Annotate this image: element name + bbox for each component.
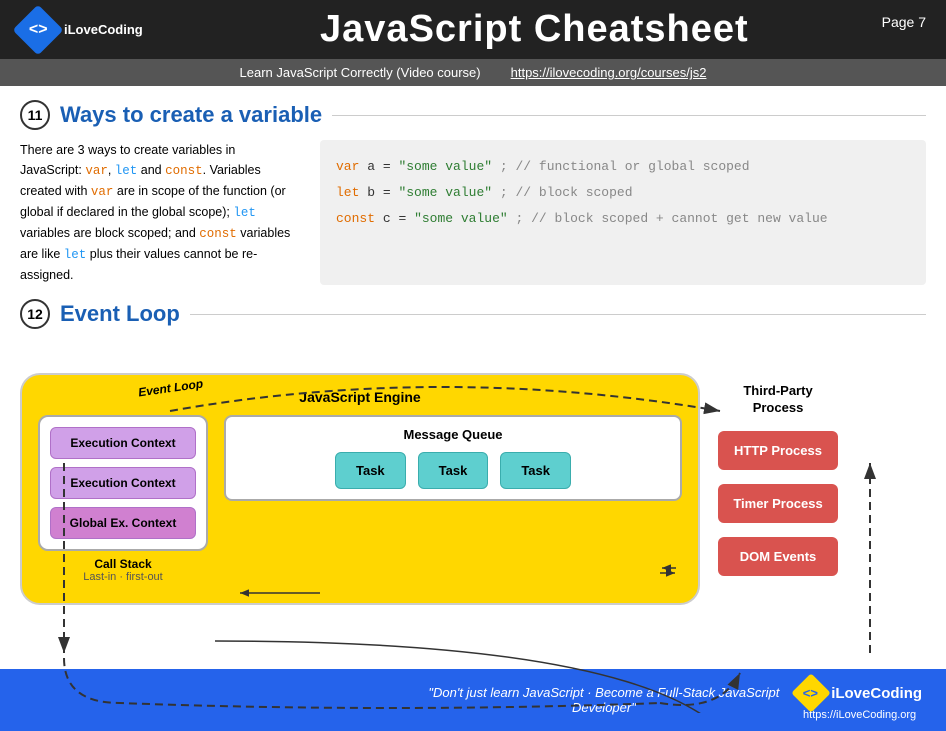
footer-quote: "Don't just learn JavaScript · Become a … — [411, 685, 798, 715]
code-str1: "some value" — [398, 159, 492, 174]
footer: "Don't just learn JavaScript · Become a … — [0, 669, 946, 731]
footer-brand-text: iLoveCoding — [831, 685, 922, 702]
logo-diamond-icon: <> — [13, 4, 64, 55]
section12-number: 12 — [20, 299, 50, 329]
mq-label: Message Queue — [240, 427, 666, 442]
global-exec-ctx: Global Ex. Context — [50, 507, 196, 539]
main-content: 11 Ways to create a variable There are 3… — [0, 86, 946, 723]
code-var-b: b — [367, 185, 375, 200]
code-comment2: ; // block scoped — [500, 185, 633, 200]
task-2: Task — [418, 452, 489, 489]
const-keyword: const — [165, 164, 203, 178]
code-var-c: c — [383, 211, 391, 226]
code-comment1: ; // functional or global scoped — [500, 159, 750, 174]
section12-title: Event Loop — [60, 301, 180, 327]
let-keyword3: let — [64, 248, 87, 262]
page-number: Page 7 — [882, 14, 926, 30]
var-keyword2: var — [91, 185, 114, 199]
task-3: Task — [500, 452, 571, 489]
section11-header: 11 Ways to create a variable — [20, 100, 926, 130]
section11-number: 11 — [20, 100, 50, 130]
third-party-area: Third-PartyProcess HTTP Process Timer Pr… — [700, 373, 840, 576]
section11-title: Ways to create a variable — [60, 102, 322, 128]
footer-logo-row: <> iLoveCoding — [797, 679, 922, 707]
exec-ctx-2: Execution Context — [50, 467, 196, 499]
task-1: Task — [335, 452, 406, 489]
var-keyword: var — [85, 164, 108, 178]
third-party-label: Third-PartyProcess — [743, 383, 812, 417]
code-comment3: ; // block scoped + cannot get new value — [516, 211, 828, 226]
footer-url: https://iLoveCoding.org — [803, 709, 916, 721]
let-keyword: let — [115, 164, 138, 178]
js-engine-label: JavaScript Engine — [38, 389, 682, 405]
subtitle-text: Learn JavaScript Correctly (Video course… — [240, 65, 481, 80]
tasks-row: Task Task Task — [240, 452, 666, 489]
logo-area: <> iLoveCoding — [20, 12, 143, 48]
subtitle-bar: Learn JavaScript Correctly (Video course… — [0, 59, 946, 86]
code-eq2: = — [383, 185, 399, 200]
js-engine-box: JavaScript Engine Execution Context Exec… — [20, 373, 700, 605]
call-stack-area: Execution Context Execution Context Glob… — [38, 415, 208, 583]
code-str2: "some value" — [398, 185, 492, 200]
message-queue-area: Message Queue Task Task Task — [224, 415, 682, 501]
section11-body: There are 3 ways to create variables in … — [20, 140, 926, 285]
call-stack-label: Call Stack — [94, 557, 151, 571]
section12-divider — [190, 314, 926, 315]
code-eq1: = — [383, 159, 399, 174]
code-line3: const c = "some value" ; // block scoped… — [336, 206, 910, 232]
footer-logo: <> iLoveCoding https://iLoveCoding.org — [797, 679, 922, 721]
code-line2: let b = "some value" ; // block scoped — [336, 180, 910, 206]
event-loop-diagram: Event Loop JavaScript Engine Execution C… — [20, 373, 926, 713]
let-keyword2: let — [233, 206, 256, 220]
code-eq3: = — [398, 211, 414, 226]
section12-header: 12 Event Loop — [20, 299, 926, 329]
message-queue-box: Message Queue Task Task Task — [224, 415, 682, 501]
exec-ctx-1: Execution Context — [50, 427, 196, 459]
code-const-kw: const — [336, 211, 375, 226]
const-keyword2: const — [199, 227, 237, 241]
course-link[interactable]: https://ilovecoding.org/courses/js2 — [511, 65, 707, 80]
third-party-boxes: HTTP Process Timer Process DOM Events — [718, 431, 838, 576]
code-line1: var a = "some value" ; // functional or … — [336, 154, 910, 180]
code-block: var a = "some value" ; // functional or … — [320, 140, 926, 285]
page-title: JavaScript Cheatsheet — [143, 8, 926, 51]
engine-inner: Execution Context Execution Context Glob… — [38, 415, 682, 583]
call-stack-box: Execution Context Execution Context Glob… — [38, 415, 208, 551]
http-process-box: HTTP Process — [718, 431, 838, 470]
header: <> iLoveCoding JavaScript Cheatsheet Pag… — [0, 0, 946, 59]
logo-text: iLoveCoding — [64, 22, 143, 37]
section11-divider — [332, 115, 926, 116]
section11-description: There are 3 ways to create variables in … — [20, 140, 300, 285]
code-let-kw: let — [336, 185, 359, 200]
dom-events-box: DOM Events — [718, 537, 838, 576]
code-str3: "some value" — [414, 211, 508, 226]
code-var-kw: var — [336, 159, 359, 174]
footer-diamond-icon: <> — [791, 673, 831, 713]
timer-process-box: Timer Process — [718, 484, 838, 523]
call-stack-sublabel: Last-in · first-out — [83, 571, 162, 583]
code-var-a: a — [367, 159, 375, 174]
